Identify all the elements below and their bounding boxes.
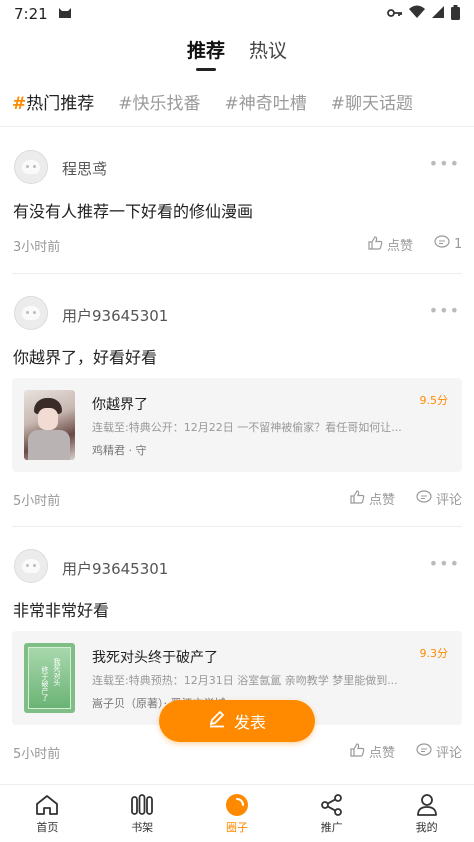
share-icon — [320, 793, 344, 817]
like-label: 点赞 — [387, 239, 414, 254]
post-text: 非常非常好看 — [13, 601, 110, 620]
circle-icon — [225, 793, 249, 817]
comment-icon — [416, 489, 432, 508]
comment-button[interactable]: 评论 — [416, 742, 462, 761]
tab-hot-discussion[interactable]: 热议 — [249, 30, 287, 76]
nav-home-label: 首页 — [36, 820, 59, 834]
thumbs-up-icon — [368, 235, 383, 254]
post-username[interactable]: 用户93645301 — [62, 305, 168, 326]
book-title: 你越界了 — [92, 397, 148, 413]
home-icon — [35, 793, 59, 817]
thumbs-up-icon — [350, 489, 365, 508]
like-label: 点赞 — [369, 493, 396, 508]
post-feed: 程思鸢 ••• 有没有人推荐一下好看的修仙漫画 3小时前 点赞 1 用户9364… — [0, 126, 474, 762]
more-options-icon[interactable]: ••• — [429, 154, 460, 173]
nav-mine[interactable]: 我的 — [379, 785, 474, 842]
topic-tab-label: 快乐找番 — [132, 93, 201, 114]
nav-mine-label: 我的 — [415, 820, 438, 834]
book-author: 鸡精君 · 守 — [92, 444, 147, 457]
bookshelf-icon — [130, 793, 154, 817]
avatar[interactable] — [14, 296, 48, 330]
more-options-icon[interactable]: ••• — [429, 554, 460, 573]
topic-tab-hot-recommend[interactable]: #热门推荐 — [12, 89, 94, 114]
post-time: 3小时前 — [13, 240, 61, 255]
comment-icon — [416, 742, 432, 761]
publish-button[interactable]: 发表 — [159, 700, 315, 742]
book-score: 9.5分 — [419, 394, 449, 407]
post-item[interactable]: 程思鸢 ••• 有没有人推荐一下好看的修仙漫画 3小时前 点赞 1 — [0, 127, 474, 273]
battery-icon — [451, 4, 460, 24]
avatar[interactable] — [14, 150, 48, 184]
post-time: 5小时前 — [13, 494, 61, 509]
post-time: 5小时前 — [13, 747, 61, 762]
book-score: 9.3分 — [419, 647, 449, 660]
comment-icon — [434, 235, 450, 253]
book-description: 连载至:特典公开：12月22日 一不留神被偷家？看任哥如何让... — [92, 421, 402, 434]
post-username[interactable]: 程思鸢 — [62, 158, 107, 179]
post-item[interactable]: 用户93645301 ••• 非常非常好看 我死对头 终于破产了 我死对头终于破… — [0, 527, 474, 785]
avatar[interactable] — [14, 549, 48, 583]
thumbs-up-icon — [350, 742, 365, 761]
comment-count: 1 — [454, 236, 463, 252]
publish-label: 发表 — [233, 713, 266, 732]
key-icon — [387, 5, 403, 23]
top-tabs: 推荐 热议 — [0, 30, 474, 76]
post-item[interactable]: 用户93645301 ••• 你越界了，好看好看 你越界了 9.5分 连载至:特… — [0, 274, 474, 526]
topic-tabs: #热门推荐 #快乐找番 #神奇吐槽 #聊天话题 — [0, 86, 474, 116]
topic-tab-happy-find[interactable]: #快乐找番 — [118, 89, 200, 114]
status-time: 7:21 — [14, 5, 48, 23]
nav-circle[interactable]: 圈子 — [190, 785, 285, 842]
book-cover-image — [24, 390, 75, 460]
nav-bookshelf-label: 书架 — [131, 820, 154, 834]
tab-recommend[interactable]: 推荐 — [187, 30, 225, 76]
book-title: 我死对头终于破产了 — [92, 650, 218, 666]
hash-symbol: # — [118, 93, 133, 114]
more-options-icon[interactable]: ••• — [429, 301, 460, 320]
post-text: 你越界了，好看好看 — [13, 348, 158, 367]
signal-icon — [431, 5, 445, 23]
topic-tab-amazing-rant[interactable]: #神奇吐槽 — [225, 89, 307, 114]
book-card[interactable]: 你越界了 9.5分 连载至:特典公开：12月22日 一不留神被偷家？看任哥如何让… — [12, 378, 462, 472]
wifi-icon — [409, 5, 425, 23]
like-label: 点赞 — [369, 746, 396, 761]
hash-symbol: # — [12, 93, 27, 114]
comment-label: 评论 — [436, 493, 463, 508]
cat-notification-icon — [58, 5, 72, 23]
comment-button[interactable]: 1 — [434, 235, 462, 253]
cover-title-line-2: 终于破产了 — [41, 666, 49, 701]
like-button[interactable]: 点赞 — [368, 235, 413, 254]
book-cover-image: 我死对头 终于破产了 — [24, 643, 75, 713]
pencil-icon — [208, 710, 226, 732]
comment-label: 评论 — [436, 746, 463, 761]
post-username[interactable]: 用户93645301 — [62, 558, 168, 579]
book-description: 连载至:特典预热：12月31日 浴室氤氲 亲吻教学 梦里能做到... — [92, 674, 398, 687]
status-bar: 7:21 — [0, 0, 474, 28]
nav-home[interactable]: 首页 — [0, 785, 95, 842]
nav-circle-label: 圈子 — [225, 820, 248, 834]
like-button[interactable]: 点赞 — [350, 489, 395, 508]
hash-symbol: # — [224, 93, 239, 114]
nav-bookshelf[interactable]: 书架 — [95, 785, 190, 842]
topic-tab-label: 神奇吐槽 — [238, 93, 307, 114]
like-button[interactable]: 点赞 — [350, 742, 395, 761]
post-text: 有没有人推荐一下好看的修仙漫画 — [13, 202, 254, 221]
hash-symbol: # — [330, 93, 345, 114]
topic-tab-label: 热门推荐 — [26, 93, 95, 114]
nav-promote[interactable]: 推广 — [284, 785, 379, 842]
nav-promote-label: 推广 — [320, 820, 343, 834]
cover-title-line-1: 我死对头 — [53, 658, 61, 686]
comment-button[interactable]: 评论 — [416, 489, 462, 508]
topic-tab-label: 聊天话题 — [345, 93, 413, 114]
topic-tab-chat-topics[interactable]: #聊天话题 — [331, 89, 413, 114]
bottom-nav: 首页 书架 圈子 推广 我的 — [0, 784, 474, 842]
user-icon — [415, 793, 439, 817]
